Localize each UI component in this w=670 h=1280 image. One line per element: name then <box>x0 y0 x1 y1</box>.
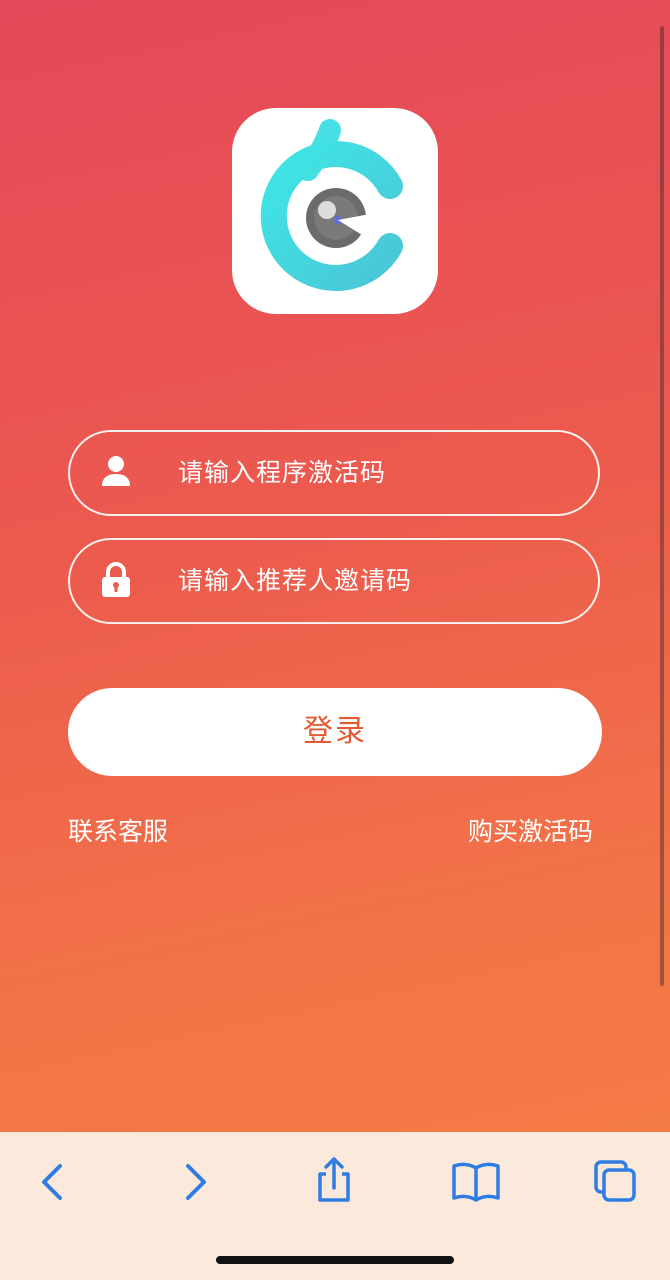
login-button[interactable]: 登录 <box>68 688 602 776</box>
forward-icon[interactable] <box>168 1154 224 1210</box>
home-indicator <box>216 1256 454 1264</box>
scrollbar[interactable] <box>660 26 664 986</box>
referrer-code-placeholder: 请输入推荐人邀请码 <box>178 566 413 595</box>
share-icon[interactable] <box>306 1154 362 1210</box>
bookmarks-icon[interactable] <box>448 1154 504 1210</box>
tabs-icon[interactable] <box>588 1154 644 1210</box>
buy-activation-code-link[interactable]: 购买激活码 <box>468 814 593 850</box>
user-icon <box>102 456 130 486</box>
login-page: 请输入程序激活码 请输入推荐人邀请码 登录 联系客服 购买激活码 <box>0 0 670 1132</box>
camera-c-logo-icon <box>260 119 403 291</box>
activation-code-placeholder: 请输入程序激活码 <box>178 458 387 487</box>
back-icon[interactable] <box>24 1154 80 1210</box>
referrer-code-field[interactable]: 请输入推荐人邀请码 <box>68 538 600 624</box>
app-logo <box>232 108 438 314</box>
activation-code-field[interactable]: 请输入程序激活码 <box>68 430 600 516</box>
contact-service-link[interactable]: 联系客服 <box>68 814 168 850</box>
lock-icon <box>102 562 130 597</box>
